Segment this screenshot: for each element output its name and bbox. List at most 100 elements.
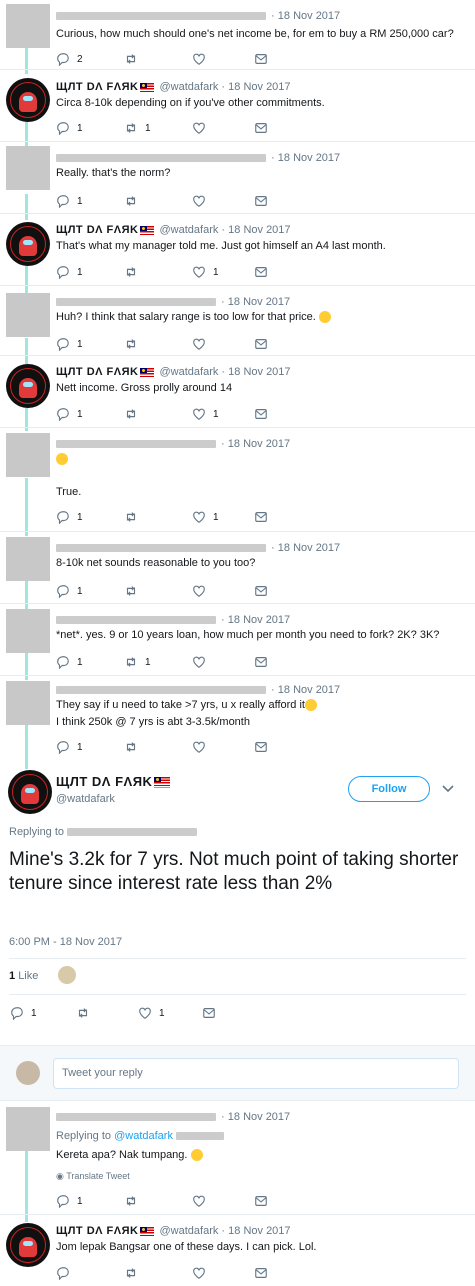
tweet[interactable]: · 18 Nov 2017 *net*. yes. 9 or 10 years …	[0, 604, 475, 676]
tweet-date[interactable]: 18 Nov 2017	[278, 684, 340, 696]
retweet-button[interactable]	[124, 265, 138, 279]
tweet[interactable]: · 18 Nov 2017 True. 1 1	[0, 428, 475, 532]
retweet-button[interactable]	[124, 52, 138, 66]
author-name[interactable]: ЩЛТ DΛ FΛЯK	[56, 1225, 138, 1237]
message-button[interactable]	[254, 740, 268, 754]
avatar[interactable]	[6, 293, 50, 337]
message-button[interactable]	[254, 655, 268, 669]
avatar[interactable]	[6, 609, 50, 653]
tweet-date[interactable]: 18 Nov 2017	[278, 542, 340, 554]
reply-button[interactable]: 1	[56, 510, 83, 524]
message-button[interactable]	[254, 52, 268, 66]
message-button[interactable]	[254, 337, 268, 351]
reply-button[interactable]: 1	[56, 584, 83, 598]
message-button[interactable]	[254, 1194, 268, 1208]
message-button[interactable]	[254, 1266, 268, 1280]
retweet-button[interactable]	[124, 1194, 138, 1208]
tweet[interactable]: ЩЛТ DΛ FΛЯK @watdafark · 18 Nov 2017 Jom…	[0, 1215, 475, 1286]
tweet[interactable]: · 18 Nov 2017 They say if u need to take…	[0, 676, 475, 766]
message-button[interactable]	[254, 510, 268, 524]
reply-button[interactable]	[56, 1266, 70, 1280]
message-button[interactable]	[254, 121, 268, 135]
author-name[interactable]: ЩЛТ DΛ FΛЯK	[56, 224, 138, 236]
like-button[interactable]	[192, 337, 206, 351]
message-button[interactable]	[254, 407, 268, 421]
avatar[interactable]	[6, 364, 50, 408]
retweet-button[interactable]	[124, 510, 138, 524]
reply-button[interactable]: 1	[10, 1006, 37, 1020]
tweet-date[interactable]: 18 Nov 2017	[228, 614, 290, 626]
reply-button[interactable]: 1	[56, 337, 83, 351]
retweet-button[interactable]	[76, 1006, 90, 1020]
tweet-date[interactable]: 18 Nov 2017	[228, 296, 290, 308]
like-button[interactable]: 1	[192, 407, 219, 421]
retweet-button[interactable]	[124, 407, 138, 421]
author-name[interactable]: ЩЛТ DΛ FΛЯK	[56, 366, 138, 378]
like-button[interactable]: 1	[192, 265, 219, 279]
tweet-date[interactable]: 18 Nov 2017	[228, 438, 290, 450]
avatar[interactable]	[6, 537, 50, 581]
tweet-date[interactable]: 18 Nov 2017	[228, 366, 290, 378]
tweet-date[interactable]: 18 Nov 2017	[228, 224, 290, 236]
follow-button[interactable]: Follow	[348, 776, 430, 802]
tweet[interactable]: · 18 Nov 2017 Replying to @watdafark Ker…	[0, 1101, 475, 1215]
author-handle[interactable]: @watdafark	[160, 224, 219, 236]
retweet-button[interactable]	[124, 584, 138, 598]
reply-button[interactable]: 1	[56, 655, 83, 669]
tweet[interactable]: · 18 Nov 2017 Huh? I think that salary r…	[0, 286, 475, 356]
tweet[interactable]: · 18 Nov 2017 Really. that's the norm? 1	[0, 142, 475, 214]
message-button[interactable]	[254, 194, 268, 208]
chevron-down-icon[interactable]	[440, 780, 456, 796]
tweet-reply-input[interactable]: Tweet your reply	[53, 1058, 459, 1089]
retweet-button[interactable]: 1	[124, 655, 151, 669]
reply-button[interactable]: 1	[56, 740, 83, 754]
reply-button[interactable]: 1	[56, 121, 83, 135]
retweet-button[interactable]	[124, 740, 138, 754]
tweet-date[interactable]: 18 Nov 2017	[278, 152, 340, 164]
author-handle[interactable]: @watdafark	[160, 1225, 219, 1237]
reply-button[interactable]: 2	[56, 52, 83, 66]
likes-stat[interactable]: 1 Like	[9, 970, 38, 982]
main-author-name[interactable]: ЩЛТ DΛ FΛЯK	[56, 774, 152, 789]
tweet[interactable]: ЩЛТ DΛ FΛЯK @watdafark · 18 Nov 2017 Cir…	[0, 70, 475, 142]
like-button[interactable]	[192, 121, 206, 135]
like-button[interactable]	[192, 655, 206, 669]
mention-link[interactable]: @watdafark	[114, 1130, 173, 1142]
translate-tweet-link[interactable]: ◉ Translate Tweet	[56, 1171, 130, 1182]
message-button[interactable]	[202, 1006, 216, 1020]
avatar[interactable]	[6, 1223, 50, 1267]
author-name[interactable]: ЩЛТ DΛ FΛЯK	[56, 81, 138, 93]
retweet-button[interactable]	[124, 1266, 138, 1280]
message-button[interactable]	[254, 265, 268, 279]
tweet[interactable]: · 18 Nov 2017 8-10k net sounds reasonabl…	[0, 532, 475, 604]
like-button[interactable]: 1	[192, 510, 219, 524]
message-button[interactable]	[254, 584, 268, 598]
retweet-button[interactable]: 1	[124, 121, 151, 135]
tweet-date[interactable]: 18 Nov 2017	[278, 10, 340, 22]
reply-button[interactable]: 1	[56, 1194, 83, 1208]
like-button[interactable]	[192, 740, 206, 754]
tweet-date[interactable]: 18 Nov 2017	[228, 1111, 290, 1123]
retweet-button[interactable]	[124, 194, 138, 208]
avatar[interactable]	[6, 146, 50, 190]
tweet[interactable]: ЩЛТ DΛ FΛЯK @watdafark · 18 Nov 2017 Tha…	[0, 214, 475, 286]
tweet-date[interactable]: 18 Nov 2017	[228, 1225, 290, 1237]
avatar[interactable]	[6, 4, 50, 48]
tweet-date[interactable]: 18 Nov 2017	[228, 81, 290, 93]
avatar[interactable]	[6, 222, 50, 266]
author-handle[interactable]: @watdafark	[160, 366, 219, 378]
tweet[interactable]: · 18 Nov 2017 Curious, how much should o…	[0, 0, 475, 70]
like-button[interactable]	[192, 52, 206, 66]
main-timestamp[interactable]: 6:00 PM - 18 Nov 2017	[9, 936, 122, 948]
avatar[interactable]	[6, 78, 50, 122]
main-author-handle[interactable]: @watdafark	[56, 793, 115, 805]
retweet-button[interactable]	[124, 337, 138, 351]
main-avatar[interactable]	[8, 770, 52, 814]
like-button[interactable]	[192, 1266, 206, 1280]
like-button[interactable]	[192, 194, 206, 208]
avatar[interactable]	[6, 1107, 50, 1151]
reply-button[interactable]: 1	[56, 194, 83, 208]
author-handle[interactable]: @watdafark	[160, 81, 219, 93]
liker-avatar[interactable]	[58, 966, 76, 984]
reply-button[interactable]: 1	[56, 265, 83, 279]
